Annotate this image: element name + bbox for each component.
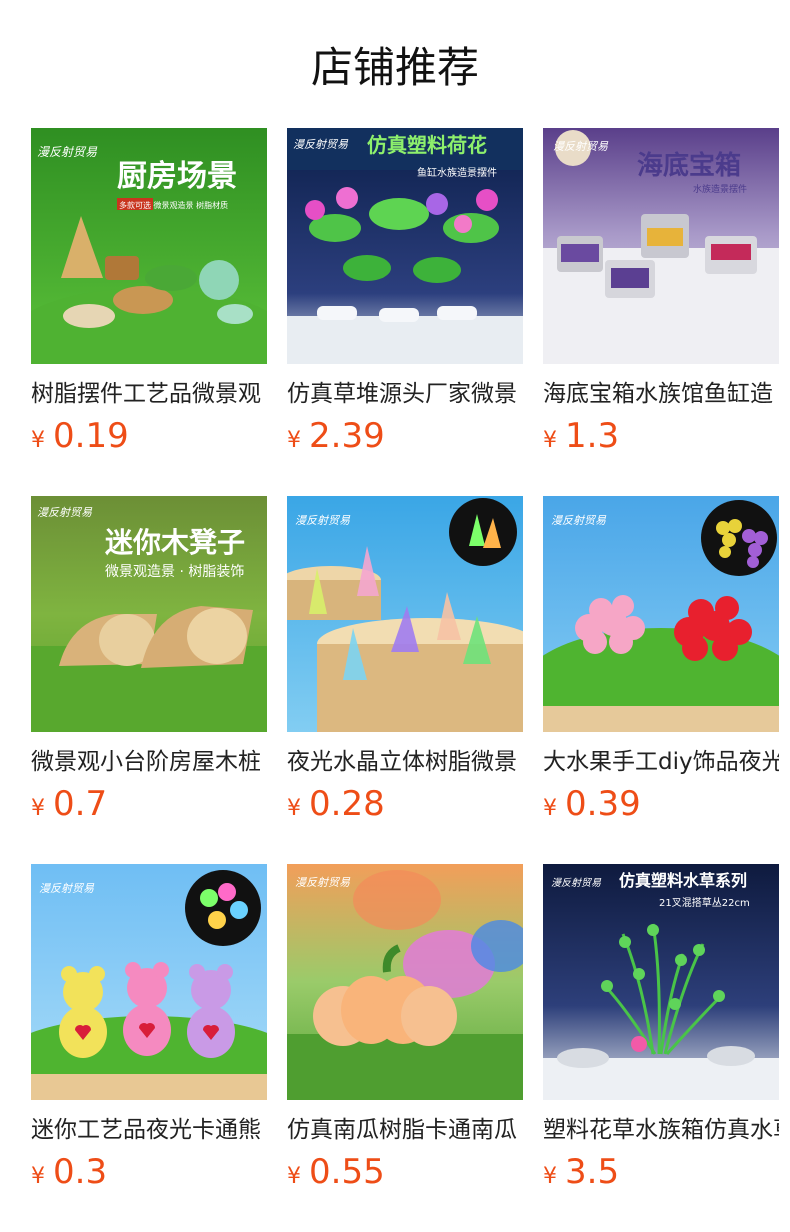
product-image[interactable]: 仿真塑料荷花 鱼缸水族造景摆件 漫反射贸易 — [287, 128, 523, 364]
price-value: 0.39 — [565, 784, 641, 824]
product-price: ¥1.3 — [543, 416, 779, 462]
product-name[interactable]: 迷你工艺品夜光卡通熊 — [31, 1114, 267, 1146]
currency-symbol: ¥ — [31, 796, 45, 821]
banner-subtitle: 水族造景摆件 — [693, 183, 747, 195]
product-price: ¥0.19 — [31, 416, 267, 462]
product-price: ¥0.55 — [287, 1152, 523, 1198]
product-name[interactable]: 微景观小台阶房屋木桩 — [31, 746, 267, 778]
product-price: ¥0.39 — [543, 784, 779, 830]
banner-title: 迷你木凳子 — [105, 526, 245, 559]
product-image[interactable]: 仿真塑料水草系列 21叉混搭草丛22cm 漫反射贸易 — [543, 864, 779, 1100]
currency-symbol: ¥ — [31, 1164, 45, 1189]
product-name[interactable]: 大水果手工diy饰品夜光 — [543, 746, 779, 778]
currency-symbol: ¥ — [31, 428, 45, 453]
currency-symbol: ¥ — [287, 1164, 301, 1189]
currency-symbol: ¥ — [543, 428, 557, 453]
product-card[interactable]: 迷你木凳子 微景观造景 · 树脂装饰 漫反射贸易 微景观小台阶房屋木桩 ¥0.7 — [31, 496, 267, 826]
product-name[interactable]: 海底宝箱水族馆鱼缸造 — [543, 378, 779, 410]
price-value: 0.19 — [53, 416, 129, 456]
price-value: 0.28 — [309, 784, 385, 824]
product-name[interactable]: 夜光水晶立体树脂微景 — [287, 746, 523, 778]
product-image[interactable]: 海底宝箱 水族造景摆件 漫反射贸易 — [543, 128, 779, 364]
banner-title: 海底宝箱 — [637, 150, 741, 181]
brand-logo: 漫反射贸易 — [37, 145, 98, 159]
banner-title: 仿真塑料水草系列 — [619, 871, 747, 890]
product-price: ¥0.3 — [31, 1152, 267, 1198]
currency-symbol: ¥ — [543, 1164, 557, 1189]
currency-symbol: ¥ — [543, 796, 557, 821]
product-card[interactable]: 漫反射贸易 夜光水晶立体树脂微景 ¥0.28 — [287, 496, 523, 826]
product-card[interactable]: 海底宝箱 水族造景摆件 漫反射贸易 海底宝箱水族馆鱼缸造 ¥1.3 — [543, 128, 779, 458]
product-name[interactable]: 树脂摆件工艺品微景观 — [31, 378, 267, 410]
product-card[interactable]: 仿真塑料水草系列 21叉混搭草丛22cm 漫反射贸易 塑料花草水族箱仿真水草 ¥… — [543, 864, 779, 1194]
price-value: 0.3 — [53, 1152, 108, 1192]
price-value: 1.3 — [565, 416, 620, 456]
price-value: 2.39 — [309, 416, 385, 456]
brand-logo: 漫反射贸易 — [295, 514, 351, 527]
product-image[interactable]: 漫反射贸易 — [287, 864, 523, 1100]
banner-subtitle: 多款可选 微景观造景 树脂材质 — [119, 200, 228, 210]
product-image[interactable]: 迷你木凳子 微景观造景 · 树脂装饰 漫反射贸易 — [31, 496, 267, 732]
product-image[interactable]: 漫反射贸易 — [287, 496, 523, 732]
brand-logo: 漫反射贸易 — [551, 514, 607, 527]
brand-logo: 漫反射贸易 — [37, 506, 93, 519]
price-value: 3.5 — [565, 1152, 620, 1192]
product-card[interactable]: 仿真塑料荷花 鱼缸水族造景摆件 漫反射贸易 仿真草堆源头厂家微景 ¥2.39 — [287, 128, 523, 458]
product-card[interactable]: 厨房场景 多款可选 微景观造景 树脂材质 漫反射贸易 树脂摆件工艺品微景观 ¥0… — [31, 128, 267, 458]
brand-logo: 漫反射贸易 — [551, 877, 602, 889]
price-value: 0.7 — [53, 784, 108, 824]
currency-symbol: ¥ — [287, 428, 301, 453]
currency-symbol: ¥ — [287, 796, 301, 821]
product-card[interactable]: 漫反射贸易 迷你工艺品夜光卡通熊 ¥0.3 — [31, 864, 267, 1194]
brand-logo: 漫反射贸易 — [295, 876, 351, 889]
product-image[interactable]: 漫反射贸易 — [543, 496, 779, 732]
page-title: 店铺推荐 — [310, 43, 479, 92]
banner-subtitle: 21叉混搭草丛22cm — [659, 896, 750, 909]
banner-title: 仿真塑料荷花 — [367, 133, 487, 157]
product-name[interactable]: 塑料花草水族箱仿真水草 — [543, 1114, 779, 1146]
banner-subtitle: 微景观造景 · 树脂装饰 — [105, 564, 244, 580]
product-image[interactable]: 厨房场景 多款可选 微景观造景 树脂材质 漫反射贸易 — [31, 128, 267, 364]
brand-logo: 漫反射贸易 — [553, 140, 609, 153]
product-price: ¥3.5 — [543, 1152, 779, 1198]
product-price: ¥0.28 — [287, 784, 523, 830]
banner-title: 厨房场景 — [117, 159, 237, 194]
price-value: 0.55 — [309, 1152, 385, 1192]
product-card[interactable]: 漫反射贸易 仿真南瓜树脂卡通南瓜 ¥0.55 — [287, 864, 523, 1194]
product-image[interactable]: 漫反射贸易 — [31, 864, 267, 1100]
product-card[interactable]: 漫反射贸易 大水果手工diy饰品夜光 ¥0.39 — [543, 496, 779, 826]
brand-logo: 漫反射贸易 — [39, 882, 95, 895]
banner-subtitle: 鱼缸水族造景摆件 — [417, 166, 497, 179]
product-name[interactable]: 仿真南瓜树脂卡通南瓜 — [287, 1114, 523, 1146]
brand-logo: 漫反射贸易 — [293, 138, 349, 151]
product-name[interactable]: 仿真草堆源头厂家微景 — [287, 378, 523, 410]
product-price: ¥2.39 — [287, 416, 523, 462]
product-price: ¥0.7 — [31, 784, 267, 830]
